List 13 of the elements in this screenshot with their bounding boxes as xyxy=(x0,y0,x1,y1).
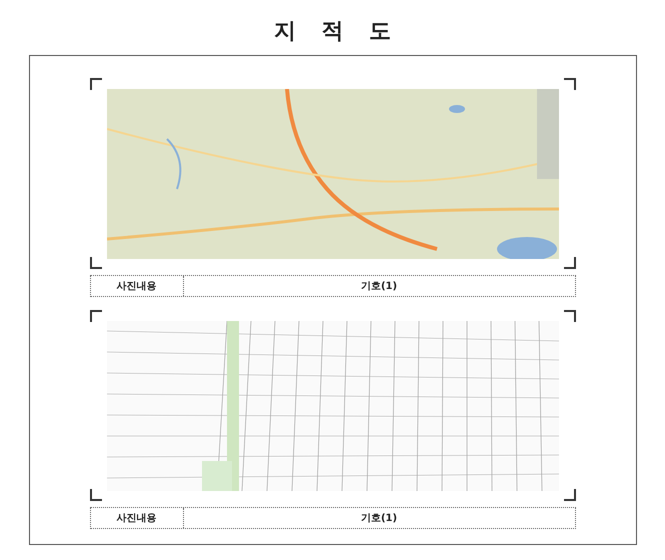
corner-mark xyxy=(564,78,576,90)
corner-mark xyxy=(564,257,576,269)
corner-mark xyxy=(90,257,102,269)
caption-value: 기호(1) xyxy=(360,280,398,294)
caption-label: 사진내용 xyxy=(90,276,184,296)
page-title: 지 적 도 xyxy=(274,18,392,46)
corner-mark xyxy=(564,489,576,501)
corner-mark xyxy=(90,310,102,322)
corner-mark xyxy=(564,310,576,322)
caption-value: 기호(1) xyxy=(360,512,398,526)
caption-label: 사진내용 xyxy=(90,508,184,528)
corner-mark xyxy=(90,489,102,501)
corner-mark xyxy=(90,78,102,90)
